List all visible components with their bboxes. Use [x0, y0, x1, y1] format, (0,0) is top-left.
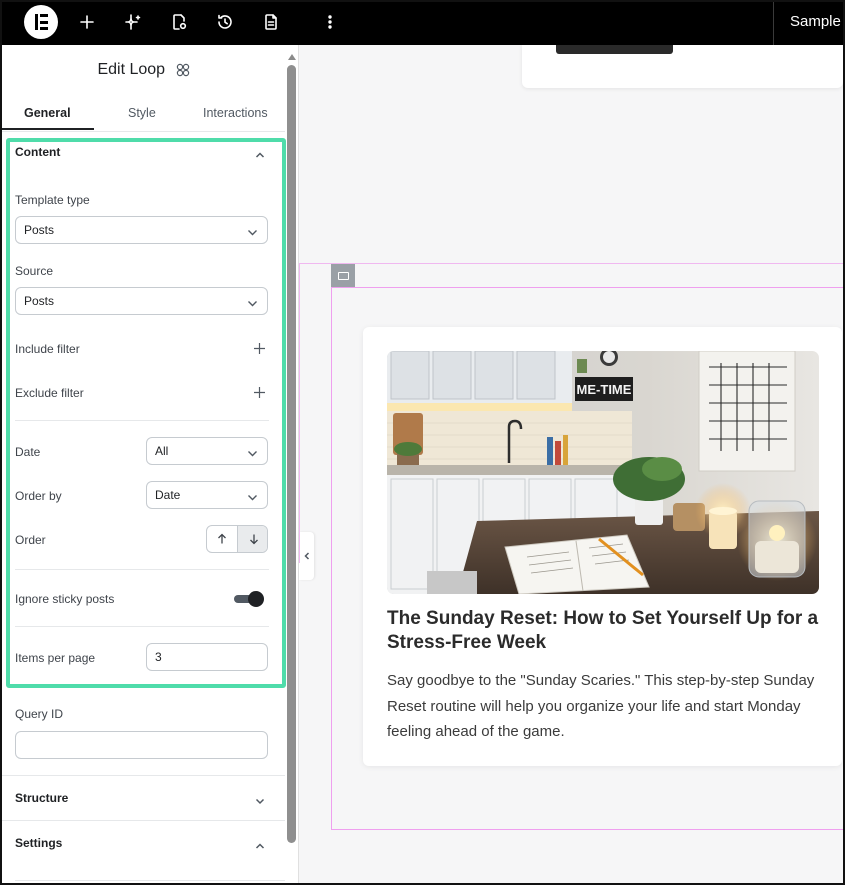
image-sign-text: ME-TIME	[577, 382, 632, 397]
tab-style[interactable]: Style	[128, 106, 156, 120]
chevron-left-icon	[303, 552, 309, 560]
collapse-panel-button[interactable]	[299, 532, 314, 580]
elementor-logo[interactable]	[24, 5, 58, 39]
topbar-divider	[773, 2, 774, 45]
post-title[interactable]: The Sunday Reset: How to Set Yourself Up…	[387, 607, 827, 655]
post-excerpt: Say goodbye to the "Sunday Scaries." Thi…	[387, 672, 815, 740]
history-icon[interactable]	[214, 11, 236, 33]
post-card[interactable]: ME-TIME The Sunday Reset: How to Set You…	[363, 327, 842, 766]
top-bar: Sample	[2, 2, 843, 45]
panel-title: Edit Loop	[97, 61, 166, 78]
panel-scrollbar[interactable]	[287, 65, 296, 843]
loop-widget-handle[interactable]	[331, 264, 355, 287]
page-settings-icon[interactable]	[168, 11, 190, 33]
plus-icon[interactable]	[76, 11, 98, 33]
scroll-up-arrow-icon[interactable]	[288, 54, 296, 60]
editor-window: Sample Edit Loop General Style Interacti…	[2, 2, 843, 883]
divider	[2, 775, 285, 776]
widget-handle-icon	[337, 271, 349, 280]
query-id-label: Query ID	[15, 707, 64, 721]
sparkle-icon[interactable]	[122, 11, 144, 33]
settings-section-heading[interactable]: Settings	[15, 836, 62, 850]
loop-widget-icon	[176, 63, 190, 77]
topbar-page-name[interactable]: Sample	[790, 13, 841, 30]
divider	[2, 820, 285, 821]
container-outline-top	[299, 263, 843, 264]
panel-header: Edit Loop	[2, 61, 285, 79]
active-tab-indicator	[2, 128, 94, 130]
tab-general[interactable]: General	[24, 106, 71, 120]
post-featured-image[interactable]: ME-TIME	[387, 351, 819, 594]
chevron-up-icon[interactable]	[255, 838, 265, 849]
more-vertical-icon[interactable]	[319, 11, 341, 33]
structure-section-heading[interactable]: Structure	[15, 791, 68, 805]
document-icon[interactable]	[260, 11, 282, 33]
chevron-down-icon[interactable]	[255, 793, 265, 805]
previous-section-button[interactable]	[556, 45, 673, 54]
container-outline-left	[299, 263, 300, 563]
content-section-highlight	[6, 138, 286, 688]
previous-section-card	[522, 45, 843, 88]
divider	[15, 880, 285, 881]
tab-interactions[interactable]: Interactions	[203, 106, 268, 120]
query-id-input[interactable]	[15, 731, 268, 759]
